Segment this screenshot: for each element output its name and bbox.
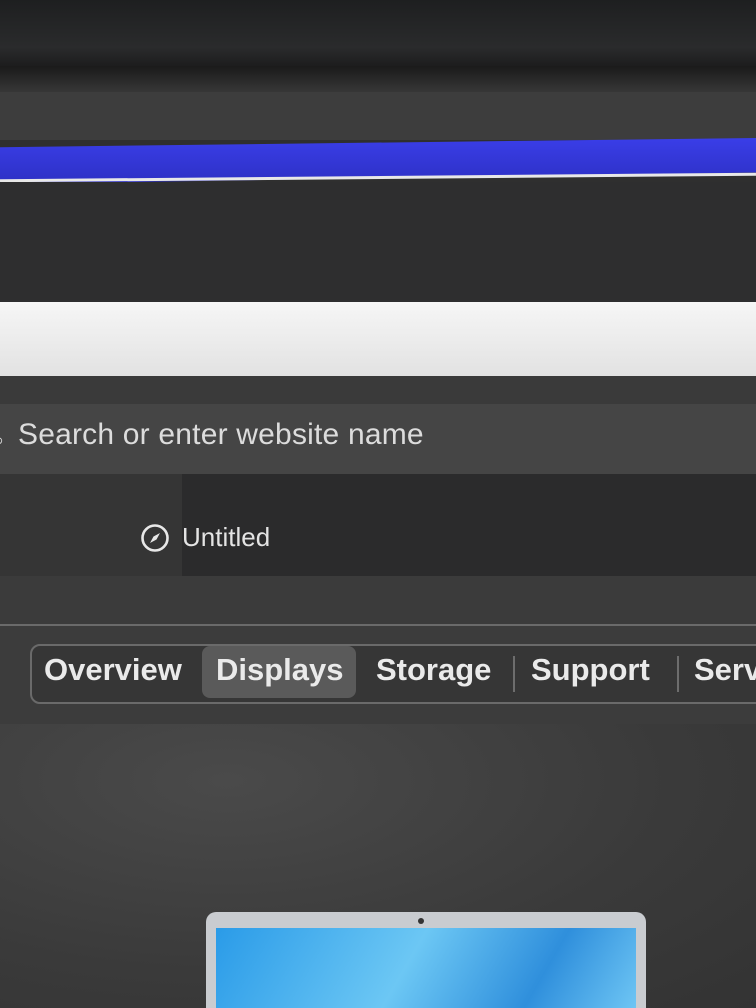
tab-overview[interactable]: Overview — [44, 652, 182, 688]
compass-icon — [141, 523, 169, 552]
monitor-bezel — [0, 0, 756, 68]
tab-title: Untitled — [182, 522, 271, 552]
toolbar-separator — [0, 376, 756, 406]
laptop-screen-image — [216, 928, 636, 1008]
tab-service[interactable]: Serv — [694, 652, 756, 688]
tab-displays[interactable]: Displays — [216, 652, 344, 688]
tab-untitled[interactable]: Untitled — [140, 522, 270, 553]
address-bar-placeholder[interactable]: Search or enter website name — [18, 418, 424, 452]
tab-storage[interactable]: Storage — [376, 652, 491, 688]
search-icon: ⌕ — [0, 430, 12, 450]
camera-dot — [418, 918, 424, 924]
photographed-screen: ⌕ Search or enter website name Untitled … — [0, 0, 756, 1008]
window-top-area — [0, 92, 756, 140]
page-header-area — [0, 576, 756, 626]
tab-support[interactable]: Support — [531, 652, 650, 688]
toolbar-background — [0, 182, 756, 312]
white-glare-bar — [0, 302, 756, 376]
segment-divider — [677, 656, 679, 692]
segment-divider — [513, 656, 515, 692]
